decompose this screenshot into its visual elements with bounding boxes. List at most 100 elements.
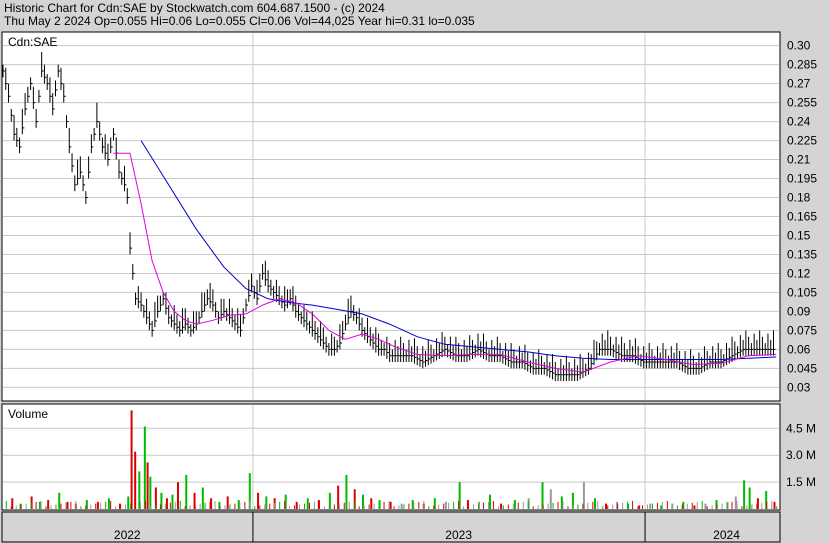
volume-bar	[444, 501, 447, 509]
volume-bar	[587, 502, 589, 509]
volume-bar	[651, 503, 653, 509]
volume-bar	[65, 502, 67, 509]
volume-bar	[487, 501, 489, 509]
volume-bar	[433, 505, 435, 509]
year-label: 2023	[445, 528, 472, 542]
volume-bar	[577, 504, 579, 509]
volume-bar	[189, 505, 191, 509]
volume-bar	[751, 504, 753, 509]
volume-bar	[716, 504, 718, 509]
price-tick-label: 0.255	[787, 96, 817, 110]
volume-bar	[400, 503, 403, 509]
volume-bar	[681, 504, 683, 509]
volume-bar	[239, 502, 241, 509]
price-tick-label: 0.09	[787, 304, 811, 318]
volume-bar	[418, 501, 420, 509]
volume-bar	[135, 502, 137, 509]
volume-bar	[517, 502, 519, 509]
volume-bar	[209, 501, 211, 509]
volume-bar	[686, 503, 688, 509]
volume-bar	[448, 502, 450, 509]
volume-bar	[169, 502, 171, 509]
price-tick-label: 0.225	[787, 134, 817, 148]
price-tick-label: 0.285	[787, 58, 817, 72]
volume-bar	[378, 502, 380, 509]
volume-bar	[388, 500, 390, 509]
price-tick-label: 0.12	[787, 266, 811, 280]
volume-bar	[25, 503, 27, 509]
volume-bar	[726, 502, 728, 509]
price-tick-label: 0.24	[787, 115, 811, 129]
volume-bar	[20, 504, 22, 509]
volume-bar	[642, 505, 644, 509]
volume-bar	[743, 480, 746, 509]
price-tick-label: 0.105	[787, 285, 817, 299]
volume-bar	[746, 505, 748, 509]
volume-bar	[607, 505, 609, 509]
volume-bar	[370, 498, 373, 509]
volume-bar	[171, 494, 174, 509]
volume-bar	[257, 492, 260, 509]
volume-bar	[676, 505, 678, 509]
volume-bar	[58, 492, 61, 509]
volume-tick-label: 4.5 M	[786, 421, 816, 435]
volume-bar	[671, 506, 673, 509]
volume-bar	[184, 506, 186, 509]
price-tick-label: 0.27	[787, 77, 811, 91]
volume-bar	[75, 500, 77, 509]
volume-bar	[567, 506, 569, 509]
volume-bar	[269, 503, 271, 509]
volume-bar	[711, 505, 713, 509]
volume-bar	[666, 500, 668, 509]
volume-bar	[130, 503, 132, 509]
volume-bar	[159, 504, 161, 509]
volume-bar	[127, 496, 130, 509]
volume-bar	[85, 505, 87, 509]
volume-bar	[706, 506, 708, 509]
volume-bar	[489, 494, 492, 509]
volume-bar	[47, 500, 50, 509]
volume-bar	[174, 501, 176, 509]
volume-bar	[45, 506, 47, 509]
volume-bar	[165, 498, 168, 509]
chart-svg: 0.30 0.285 0.27 0.255 0.24 0.225 0.21 0.195 0.18…	[1, 31, 817, 543]
volume-bar	[398, 505, 400, 509]
volume-bar	[100, 502, 102, 509]
volume-bar	[537, 505, 539, 509]
volume-bar	[313, 501, 315, 509]
volume-bar	[176, 482, 179, 509]
volume-bar	[492, 500, 494, 509]
volume-bar	[632, 500, 634, 509]
volume-bar	[146, 462, 149, 509]
volume-bar	[482, 502, 484, 509]
volume-bar	[229, 504, 231, 509]
volume-panel	[1, 403, 781, 511]
volume-bar	[90, 504, 92, 509]
volume-bar	[423, 500, 425, 509]
volume-bar	[773, 501, 776, 509]
volume-bar	[403, 504, 405, 509]
volume-bar	[226, 496, 229, 509]
price-tick-label: 0.195	[787, 172, 817, 186]
volume-bar	[185, 474, 188, 509]
volume-bar	[572, 505, 574, 509]
volume-tick-label: 3.0 M	[786, 448, 816, 462]
volume-bar	[549, 489, 552, 509]
volume-bar	[328, 505, 330, 509]
volume-bar	[771, 500, 773, 509]
volume-bar	[646, 504, 648, 509]
volume-bar	[95, 503, 97, 509]
volume-bar	[477, 503, 479, 509]
volume-bar	[110, 500, 112, 509]
volume-bar	[219, 506, 221, 509]
volume-bar	[605, 503, 608, 509]
volume-bar	[143, 426, 146, 509]
price-tick-label: 0.03	[787, 380, 811, 394]
volume-bar	[696, 501, 698, 509]
volume-bar	[731, 501, 733, 509]
volume-bar	[30, 502, 32, 509]
volume-bar	[638, 505, 641, 509]
volume-bar	[348, 501, 350, 509]
volume-bar	[35, 501, 37, 509]
volume-bar	[134, 451, 137, 509]
